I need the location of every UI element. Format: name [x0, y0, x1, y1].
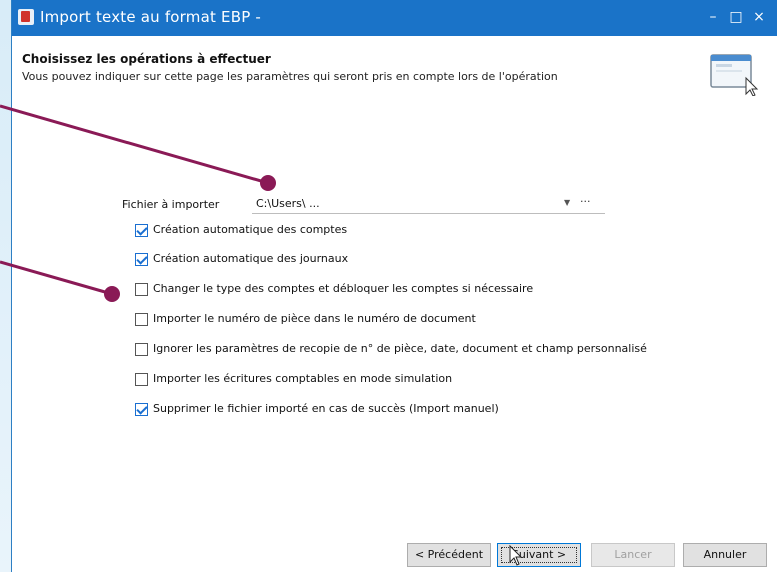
file-combobox[interactable]: C:\Users\ ... ▼ ···: [252, 195, 605, 214]
option-checkbox[interactable]: [135, 403, 148, 416]
window-title: Import texte au format EBP -: [40, 8, 262, 26]
minimize-button[interactable]: –: [704, 8, 722, 26]
cancel-button[interactable]: Annuler: [683, 543, 767, 567]
option-checkbox[interactable]: [135, 224, 148, 237]
option-checkbox[interactable]: [135, 343, 148, 356]
maximize-button[interactable]: □: [727, 8, 745, 26]
next-button[interactable]: Suivant >: [497, 543, 581, 567]
close-button[interactable]: ×: [750, 8, 768, 26]
file-path-value: C:\Users\ ...: [256, 197, 320, 210]
option-label: Importer le numéro de pièce dans le numé…: [153, 312, 476, 325]
file-label: Fichier à importer: [122, 198, 220, 211]
option-checkbox[interactable]: [135, 313, 148, 326]
option-checkbox[interactable]: [135, 253, 148, 266]
page-subheading: Vous pouvez indiquer sur cette page les …: [22, 70, 558, 83]
chevron-down-icon[interactable]: ▼: [564, 198, 570, 207]
previous-button[interactable]: < Précédent: [407, 543, 491, 567]
option-checkbox[interactable]: [135, 373, 148, 386]
option-checkbox[interactable]: [135, 283, 148, 296]
option-label: Changer le type des comptes et débloquer…: [153, 282, 534, 295]
option-label: Création automatique des comptes: [153, 223, 348, 236]
option-label: Importer les écritures comptables en mod…: [153, 372, 453, 385]
browse-button[interactable]: ···: [580, 195, 591, 208]
window-graphic-icon: [710, 54, 759, 96]
option-label: Supprimer le fichier importé en cas de s…: [153, 402, 499, 415]
focus-rect: [501, 547, 577, 563]
launch-button: Lancer: [591, 543, 675, 567]
import-dialog: Import texte au format EBP - – □ × Chois…: [12, 0, 777, 572]
option-label: Création automatique des journaux: [153, 252, 349, 265]
option-label: Ignorer les paramètres de recopie de n° …: [153, 342, 647, 355]
page-heading: Choisissez les opérations à effectuer: [22, 52, 271, 66]
app-icon: [18, 9, 34, 25]
title-bar[interactable]: Import texte au format EBP - – □ ×: [12, 0, 777, 36]
